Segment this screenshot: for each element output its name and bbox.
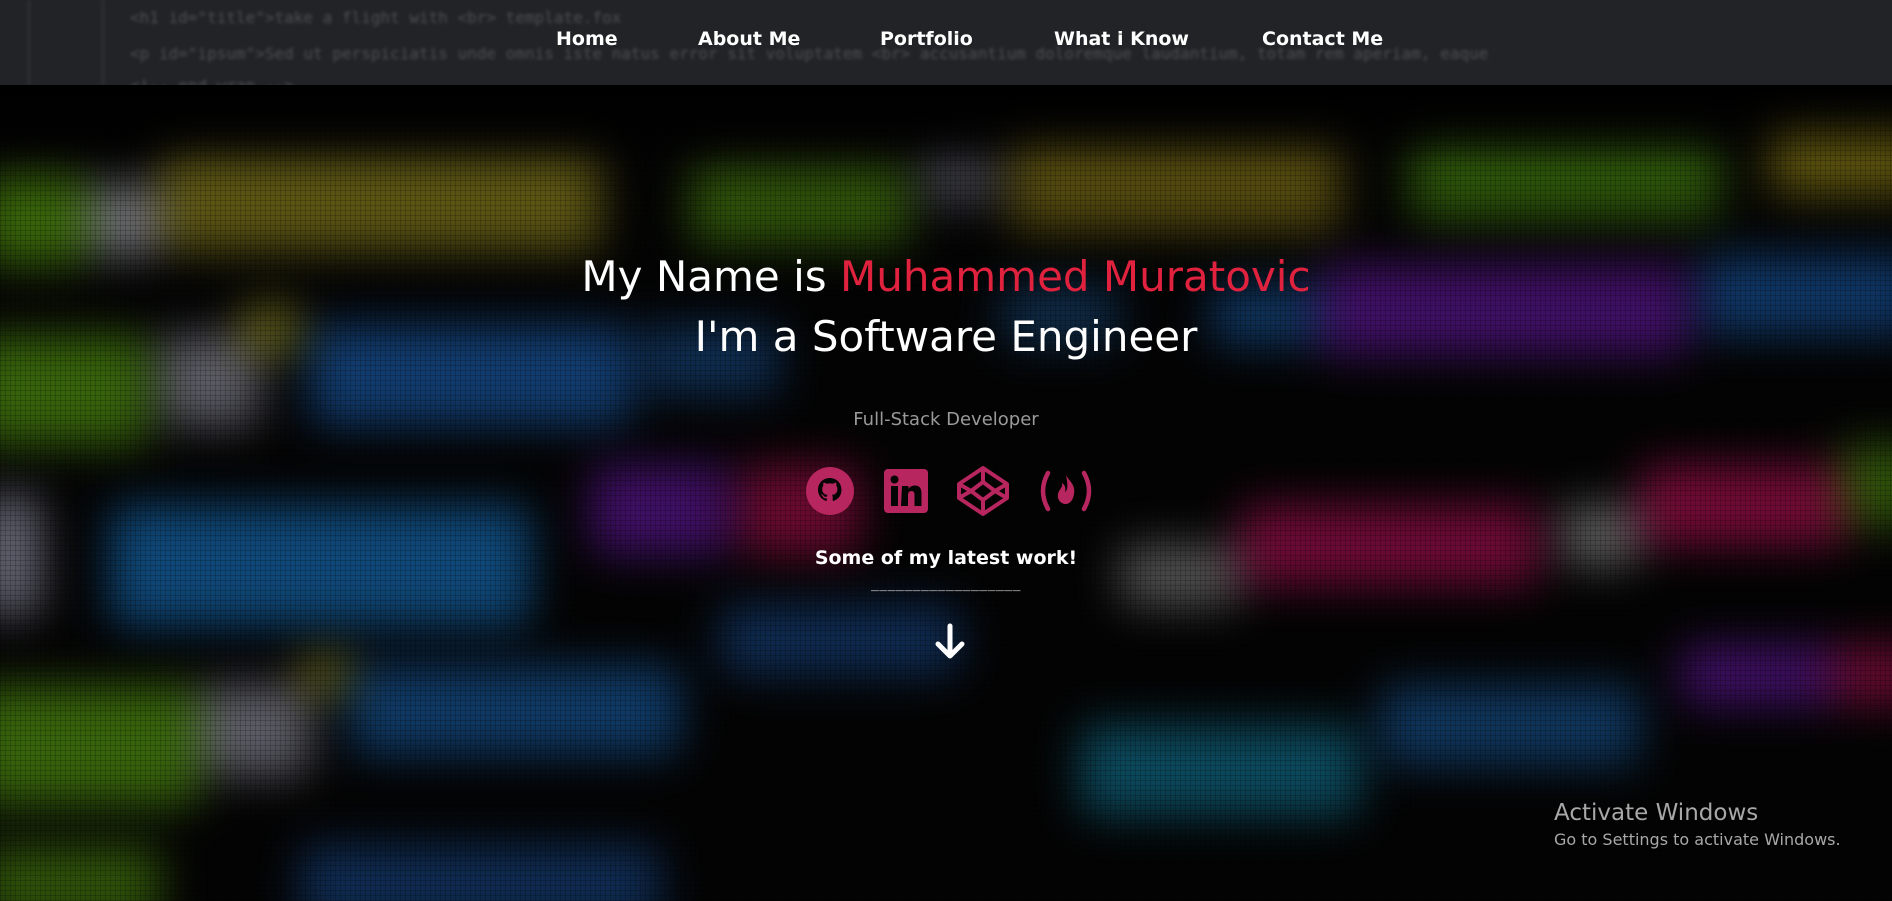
latest-work-underline: __________________ [871, 577, 1021, 592]
nav-what-i-know[interactable]: What i Know [1054, 28, 1189, 50]
activate-windows-subtitle: Go to Settings to activate Windows. [1554, 830, 1841, 849]
social-links [0, 463, 1892, 519]
activate-windows-watermark: Activate Windows Go to Settings to activ… [1554, 798, 1841, 852]
nav-home[interactable]: Home [556, 28, 618, 50]
hero-name: Muhammed Muratovic [840, 252, 1311, 301]
freecodecamp-icon[interactable] [1036, 463, 1092, 519]
role-line: I'm a Software Engineer [694, 312, 1198, 361]
nav-about-me[interactable]: About Me [698, 28, 800, 50]
github-icon[interactable] [802, 463, 858, 519]
hero-headline: My Name is Muhammed Muratovic I'm a Soft… [0, 247, 1892, 367]
nav-contact-me[interactable]: Contact Me [1262, 28, 1383, 50]
nav-portfolio[interactable]: Portfolio [880, 28, 973, 50]
hero-tagline: Full-Stack Developer [853, 409, 1039, 430]
portfolio-page: <h1 id="title">take a flight with <br> t… [0, 0, 1892, 901]
navbar: <h1 id="title">take a flight with <br> t… [0, 0, 1892, 85]
greeting-text: My Name is [581, 252, 841, 301]
codepen-icon[interactable] [955, 463, 1011, 519]
nav-links: Home About Me Portfolio What i Know Cont… [0, 28, 1892, 58]
scroll-down-arrow-icon[interactable] [930, 622, 970, 662]
latest-work-heading: Some of my latest work! [814, 547, 1078, 569]
linkedin-icon[interactable] [878, 463, 934, 519]
activate-windows-title: Activate Windows [1554, 800, 1759, 826]
